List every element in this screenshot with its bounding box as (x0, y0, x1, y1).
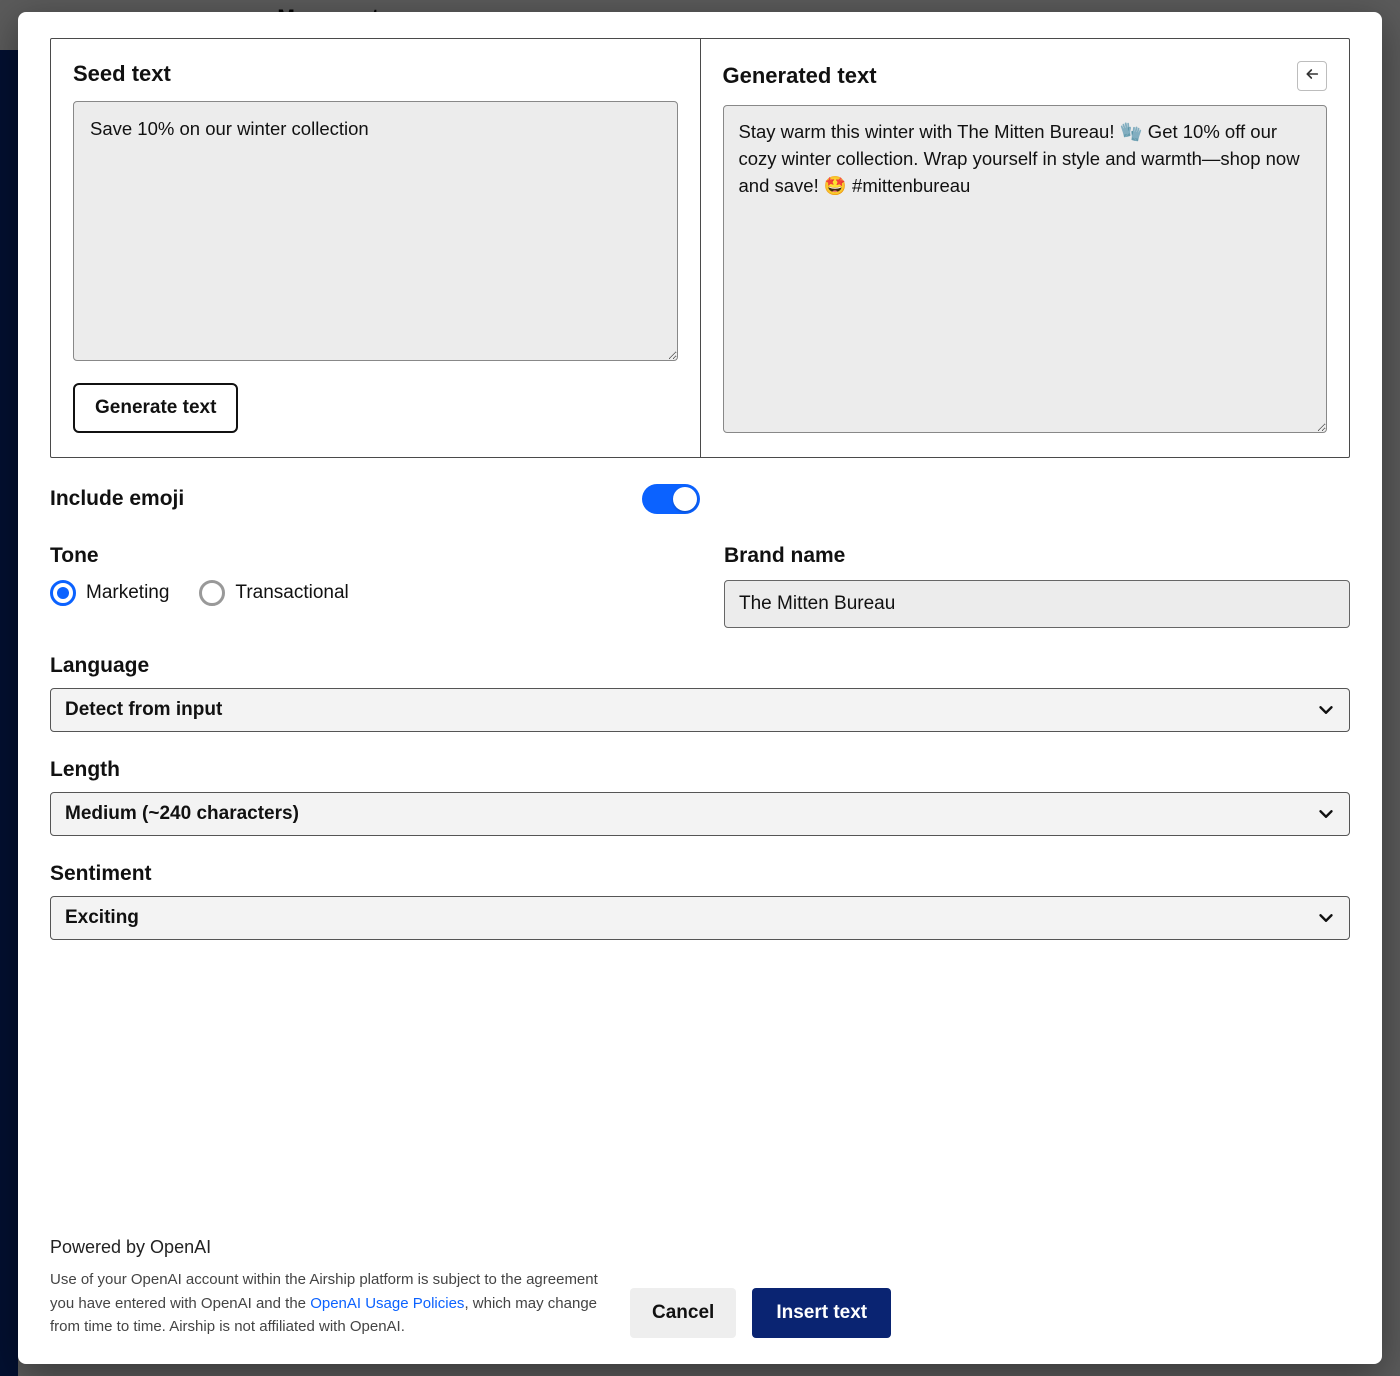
seed-title: Seed text (73, 61, 171, 87)
radio-dot-icon (50, 580, 76, 606)
tone-label: Tone (50, 544, 676, 568)
language-field: Language Detect from input (50, 654, 1350, 732)
tone-radio-transactional[interactable]: Transactional (199, 580, 348, 606)
generated-title: Generated text (723, 63, 877, 89)
length-label: Length (50, 758, 1350, 782)
ai-text-modal: Seed text Generate text Generated text S… (18, 12, 1382, 1364)
tone-marketing-label: Marketing (86, 582, 169, 604)
seed-panel: Seed text Generate text (51, 39, 700, 457)
language-label: Language (50, 654, 1350, 678)
include-emoji-toggle[interactable] (642, 484, 700, 514)
text-panels: Seed text Generate text Generated text S… (50, 38, 1350, 458)
arrow-left-icon (1304, 66, 1320, 87)
seed-textarea[interactable] (73, 101, 678, 361)
length-select[interactable]: Medium (~240 characters) (50, 792, 1350, 836)
language-value: Detect from input (65, 699, 222, 720)
generated-panel: Generated text Stay warm this winter wit… (700, 39, 1350, 457)
length-value: Medium (~240 characters) (65, 803, 299, 824)
chevron-down-icon (1315, 907, 1337, 929)
sentiment-value: Exciting (65, 907, 139, 928)
sentiment-label: Sentiment (50, 862, 1350, 886)
language-select[interactable]: Detect from input (50, 688, 1350, 732)
powered-by: Powered by OpenAI (50, 1237, 610, 1258)
copy-back-button[interactable] (1297, 61, 1327, 91)
insert-text-button[interactable]: Insert text (752, 1288, 891, 1338)
length-field: Length Medium (~240 characters) (50, 758, 1350, 836)
openai-policies-link[interactable]: OpenAI Usage Policies (310, 1295, 464, 1312)
tone-transactional-label: Transactional (235, 582, 348, 604)
legal-text: Use of your OpenAI account within the Ai… (50, 1268, 610, 1338)
tone-radio-marketing[interactable]: Marketing (50, 580, 169, 606)
sentiment-field: Sentiment Exciting (50, 862, 1350, 940)
modal-footer: Powered by OpenAI Use of your OpenAI acc… (50, 1207, 1350, 1338)
cancel-button[interactable]: Cancel (630, 1288, 736, 1338)
options-section: Include emoji Tone Marketing Transaction… (50, 484, 1350, 940)
radio-dot-icon (199, 580, 225, 606)
generated-textarea[interactable] (723, 105, 1328, 433)
brand-field: Brand name (724, 544, 1350, 628)
toggle-knob (673, 487, 697, 511)
tone-field: Tone Marketing Transactional (50, 544, 676, 628)
brand-input[interactable] (724, 580, 1350, 628)
sentiment-select[interactable]: Exciting (50, 896, 1350, 940)
include-emoji-label: Include emoji (50, 487, 642, 511)
chevron-down-icon (1315, 699, 1337, 721)
generate-text-button[interactable]: Generate text (73, 383, 238, 433)
brand-label: Brand name (724, 544, 1350, 568)
chevron-down-icon (1315, 803, 1337, 825)
